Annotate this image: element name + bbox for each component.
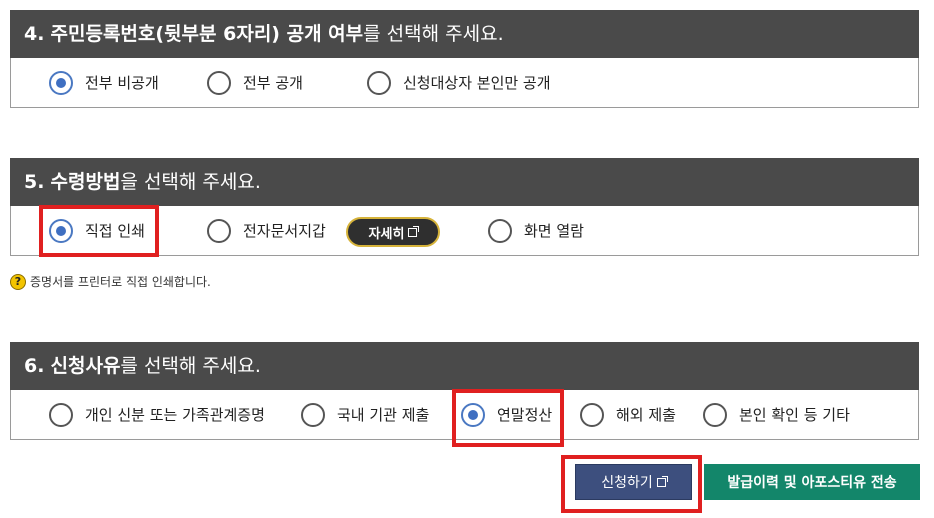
- radio-label: 직접 인쇄: [85, 222, 145, 240]
- radio-button-selected[interactable]: [461, 402, 485, 427]
- radio-label: 연말정산: [497, 406, 553, 424]
- section-5-number: 5.: [24, 171, 45, 193]
- radio-option-self-only[interactable]: 신청대상자 본인만 공개: [367, 58, 551, 107]
- radio-label: 개인 신분 또는 가족관계증명: [85, 406, 265, 424]
- external-link-icon: [408, 225, 420, 237]
- section-4-title-bold: 주민등록번호(뒷부분 6자리) 공개 여부: [50, 23, 364, 45]
- radio-button[interactable]: [207, 70, 231, 95]
- radio-label: 본인 확인 등 기타: [739, 406, 850, 424]
- radio-option-screen-view[interactable]: 화면 열람: [488, 206, 584, 255]
- section-4-header: 4. 주민등록번호(뒷부분 6자리) 공개 여부를 선택해 주세요.: [10, 10, 919, 58]
- section-6-title-bold: 신청사유: [50, 355, 121, 377]
- radio-button-selected[interactable]: [49, 218, 73, 243]
- radio-button[interactable]: [367, 70, 391, 95]
- section-4-title-rest: 를 선택해 주세요.: [363, 23, 504, 45]
- print-note: ? 증명서를 프린터로 직접 인쇄합니다.: [10, 273, 211, 290]
- apply-button[interactable]: 신청하기: [575, 464, 692, 500]
- section-4-options: 전부 비공개 전부 공개 신청대상자 본인만 공개: [10, 58, 919, 108]
- radio-option-all-public[interactable]: 전부 공개: [207, 58, 303, 107]
- detail-button-label: 자세히: [368, 226, 405, 242]
- section-6-header: 6. 신청사유를 선택해 주세요.: [10, 342, 919, 390]
- radio-label: 국내 기관 제출: [337, 406, 430, 424]
- section-5: 5. 수령방법을 선택해 주세요. 직접 인쇄 전자문서지갑 자세히 화면 열람: [10, 158, 919, 256]
- radio-button-selected[interactable]: [49, 70, 73, 95]
- section-5-header: 5. 수령방법을 선택해 주세요.: [10, 158, 919, 206]
- print-note-text: 증명서를 프린터로 직접 인쇄합니다.: [30, 275, 211, 289]
- radio-button[interactable]: [580, 402, 604, 427]
- section-5-title-rest: 을 선택해 주세요.: [120, 171, 261, 193]
- section-6-title-rest: 를 선택해 주세요.: [120, 355, 261, 377]
- section-4: 4. 주민등록번호(뒷부분 6자리) 공개 여부를 선택해 주세요. 전부 비공…: [10, 10, 919, 108]
- radio-option-all-private[interactable]: 전부 비공개: [49, 58, 159, 107]
- radio-label: 전부 비공개: [85, 74, 159, 92]
- section-6-options: 개인 신분 또는 가족관계증명 국내 기관 제출 연말정산 해외 제출 본인 확…: [10, 390, 919, 440]
- radio-button[interactable]: [49, 402, 73, 427]
- radio-button[interactable]: [488, 218, 512, 243]
- section-4-number: 4.: [24, 23, 45, 45]
- radio-button[interactable]: [703, 402, 727, 427]
- radio-option-year-end-settlement[interactable]: 연말정산: [461, 390, 552, 439]
- external-link-icon: [656, 475, 668, 487]
- section-5-options: 직접 인쇄 전자문서지갑 자세히 화면 열람: [10, 206, 919, 256]
- section-6-number: 6.: [24, 355, 45, 377]
- detail-button[interactable]: 자세히: [346, 217, 440, 247]
- radio-button[interactable]: [301, 402, 325, 427]
- radio-label: 신청대상자 본인만 공개: [403, 74, 551, 92]
- radio-option-e-wallet[interactable]: 전자문서지갑: [207, 206, 326, 255]
- radio-label: 전부 공개: [243, 74, 303, 92]
- question-icon: ?: [10, 273, 26, 290]
- apply-button-label: 신청하기: [601, 475, 653, 491]
- history-button-label: 발급이력 및 아포스티유 전송: [727, 475, 897, 491]
- radio-option-direct-print[interactable]: 직접 인쇄: [49, 206, 145, 255]
- radio-option-overseas[interactable]: 해외 제출: [580, 390, 676, 439]
- section-5-title-bold: 수령방법: [50, 171, 121, 193]
- radio-button[interactable]: [207, 218, 231, 243]
- section-6: 6. 신청사유를 선택해 주세요. 개인 신분 또는 가족관계증명 국내 기관 …: [10, 342, 919, 440]
- radio-label: 해외 제출: [616, 406, 676, 424]
- radio-label: 전자문서지갑: [243, 222, 326, 240]
- radio-option-domestic-agency[interactable]: 국내 기관 제출: [301, 390, 429, 439]
- radio-option-other[interactable]: 본인 확인 등 기타: [703, 390, 850, 439]
- radio-option-family-relation[interactable]: 개인 신분 또는 가족관계증명: [49, 390, 265, 439]
- history-apostille-button[interactable]: 발급이력 및 아포스티유 전송: [704, 464, 920, 500]
- radio-label: 화면 열람: [524, 222, 584, 240]
